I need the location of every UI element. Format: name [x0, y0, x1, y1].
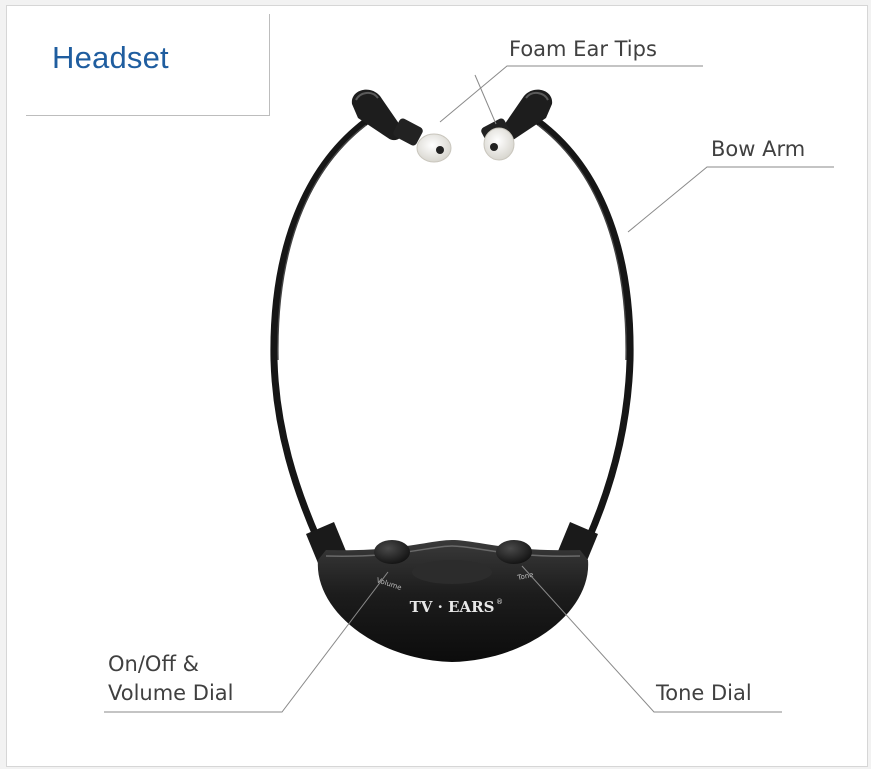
bow-arm — [270, 116, 634, 544]
label-bow-arm: Bow Arm — [711, 137, 806, 161]
left-foam-ear-tip — [416, 133, 452, 163]
leader-foam-ear-tips — [439, 65, 703, 123]
right-foam-ear-tip — [483, 127, 515, 161]
volume-dial — [374, 540, 410, 564]
registered-mark: ® — [496, 598, 503, 606]
tone-dial — [496, 540, 532, 564]
brand-logo: TV · EARS — [410, 598, 495, 616]
left-earpiece — [351, 89, 423, 146]
label-volume-dial: Volume Dial — [108, 681, 234, 705]
label-on-off: On/Off & — [108, 652, 199, 676]
label-foam-ear-tips: Foam Ear Tips — [509, 37, 657, 61]
leader-bow-arm — [627, 166, 834, 233]
leader-foam-ear-tips-2 — [474, 74, 497, 125]
label-tone-dial: Tone Dial — [656, 681, 752, 705]
